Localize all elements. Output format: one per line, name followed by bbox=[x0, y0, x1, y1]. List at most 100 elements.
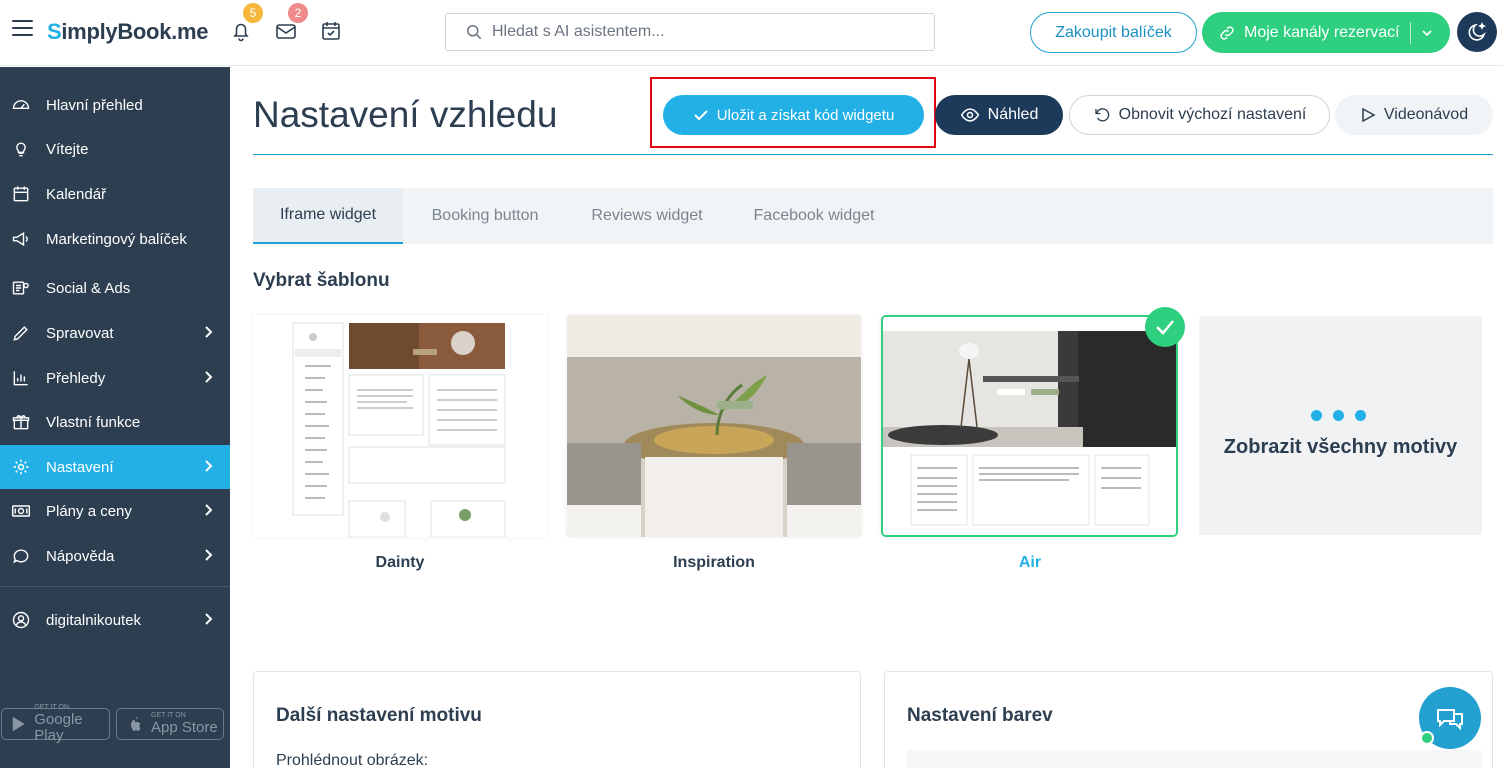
search-field[interactable] bbox=[445, 13, 935, 51]
widget-tabs: Iframe widget Booking button Reviews wid… bbox=[253, 188, 1493, 244]
sidebar: Hlavní přehled Vítejte Kalendář Marketin… bbox=[0, 67, 230, 768]
chat-icon bbox=[10, 545, 32, 567]
chevron-right-icon bbox=[205, 460, 213, 472]
theme-card-air[interactable] bbox=[881, 315, 1178, 537]
reset-defaults-button[interactable]: Obnovit výchozí nastavení bbox=[1069, 95, 1330, 135]
sidebar-item-custom-features[interactable]: Vlastní funkce bbox=[0, 400, 230, 444]
mail-icon[interactable]: 2 bbox=[274, 3, 308, 43]
link-icon bbox=[1220, 25, 1234, 40]
booking-channels-button[interactable]: Moje kanály rezervací bbox=[1202, 12, 1450, 53]
calendar-check-icon[interactable] bbox=[319, 19, 343, 43]
sidebar-item-marketing[interactable]: Marketingový balíček bbox=[0, 217, 230, 261]
video-tutorial-button[interactable]: Videonávod bbox=[1335, 95, 1493, 135]
preview-image-label: Prohlédnout obrázek: bbox=[276, 752, 429, 768]
sidebar-item-label: Vítejte bbox=[46, 140, 89, 158]
booking-channels-label: Moje kanály rezervací bbox=[1244, 23, 1400, 41]
search-icon bbox=[467, 25, 482, 40]
user-icon bbox=[10, 609, 32, 631]
calendar-icon bbox=[10, 183, 32, 205]
sidebar-item-label: Plány a ceny bbox=[46, 502, 132, 520]
sidebar-item-label: Nastavení bbox=[46, 458, 114, 476]
color-settings-panel: Nastavení barev bbox=[884, 671, 1493, 768]
dainty-thumbnail bbox=[253, 315, 547, 537]
social-ads-icon bbox=[10, 277, 32, 299]
logo[interactable]: SimplyBook.me bbox=[47, 19, 208, 45]
chat-bubbles-icon bbox=[1437, 709, 1463, 731]
sidebar-item-label: Marketingový balíček bbox=[46, 230, 187, 248]
chevron-right-icon bbox=[205, 613, 213, 625]
selected-check-icon bbox=[1145, 307, 1185, 347]
moon-icon bbox=[1468, 21, 1487, 41]
theme-label-dainty[interactable]: Dainty bbox=[253, 554, 547, 572]
tab-iframe-widget[interactable]: Iframe widget bbox=[253, 188, 403, 244]
gift-icon bbox=[10, 411, 32, 433]
dots-icon bbox=[1311, 410, 1366, 421]
sidebar-item-help[interactable]: Nápověda bbox=[0, 534, 230, 578]
theme-label-air[interactable]: Air bbox=[883, 554, 1177, 572]
sidebar-item-account[interactable]: digitalnikoutek bbox=[0, 598, 230, 642]
sidebar-item-label: digitalnikoutek bbox=[46, 611, 142, 629]
sidebar-item-settings[interactable]: Nastavení bbox=[0, 445, 230, 489]
buy-package-button[interactable]: Zakoupit balíček bbox=[1030, 12, 1197, 53]
sidebar-item-plans[interactable]: Plány a ceny bbox=[0, 489, 230, 533]
theme-card-dainty[interactable] bbox=[253, 315, 547, 537]
theme-card-inspiration[interactable] bbox=[567, 315, 861, 537]
gear-icon bbox=[10, 456, 32, 478]
chevron-right-icon bbox=[205, 504, 213, 516]
play-store-icon bbox=[12, 716, 25, 732]
search-input[interactable] bbox=[492, 23, 912, 41]
sidebar-divider bbox=[0, 586, 230, 587]
show-all-themes-label: Zobrazit všechny motivy bbox=[1223, 436, 1458, 458]
tab-facebook-widget[interactable]: Facebook widget bbox=[727, 188, 901, 244]
undo-icon bbox=[1094, 108, 1109, 122]
notifications-badge: 5 bbox=[243, 3, 263, 23]
online-status-dot bbox=[1420, 731, 1434, 745]
template-section-title: Vybrat šablonu bbox=[253, 270, 390, 291]
color-settings-title: Nastavení barev bbox=[907, 705, 1053, 726]
menu-icon[interactable] bbox=[12, 20, 33, 38]
sidebar-item-calendar[interactable]: Kalendář bbox=[0, 172, 230, 216]
sidebar-item-label: Social & Ads bbox=[46, 279, 131, 297]
chevron-down-icon[interactable] bbox=[1421, 27, 1433, 39]
megaphone-icon bbox=[10, 228, 32, 250]
pencil-icon bbox=[10, 322, 32, 344]
sidebar-item-label: Hlavní přehled bbox=[46, 96, 143, 114]
dark-mode-toggle[interactable] bbox=[1457, 12, 1497, 52]
color-settings-content bbox=[907, 750, 1482, 768]
preview-button[interactable]: Náhled bbox=[935, 95, 1063, 135]
title-divider bbox=[253, 154, 1493, 155]
sidebar-item-label: Nápověda bbox=[46, 547, 115, 565]
tab-booking-button[interactable]: Booking button bbox=[403, 188, 567, 244]
air-thumbnail bbox=[883, 317, 1176, 535]
money-icon bbox=[10, 500, 32, 522]
chevron-right-icon bbox=[205, 549, 213, 561]
chevron-right-icon bbox=[205, 326, 213, 338]
eye-icon bbox=[960, 108, 979, 122]
chevron-right-icon bbox=[205, 371, 213, 383]
sidebar-item-social-ads[interactable]: Social & Ads bbox=[0, 266, 230, 310]
sidebar-item-dashboard[interactable]: Hlavní přehled bbox=[0, 83, 230, 127]
app-store-button[interactable]: GET IT ON App Store bbox=[116, 708, 224, 740]
messages-badge: 2 bbox=[288, 3, 308, 23]
google-play-button[interactable]: GET IT ON Google Play bbox=[1, 704, 110, 744]
bell-icon[interactable]: 5 bbox=[229, 3, 263, 43]
sidebar-item-reports[interactable]: Přehledy bbox=[0, 356, 230, 400]
more-theme-settings-title: Další nastavení motivu bbox=[276, 705, 482, 726]
bar-chart-icon bbox=[10, 367, 32, 389]
play-icon bbox=[1362, 107, 1376, 123]
more-theme-settings-panel: Další nastavení motivu Prohlédnout obráz… bbox=[253, 671, 861, 768]
top-bar: SimplyBook.me 5 2 Zakoupit balíček Moje … bbox=[0, 0, 1503, 66]
sidebar-item-label: Spravovat bbox=[46, 324, 114, 342]
sidebar-item-label: Vlastní funkce bbox=[46, 413, 141, 431]
sidebar-item-welcome[interactable]: Vítejte bbox=[0, 127, 230, 171]
tab-reviews-widget[interactable]: Reviews widget bbox=[567, 188, 727, 244]
inspiration-thumbnail bbox=[567, 315, 861, 537]
show-all-themes-card[interactable]: Zobrazit všechny motivy bbox=[1199, 316, 1482, 535]
sidebar-item-label: Přehledy bbox=[46, 369, 106, 387]
sidebar-item-label: Kalendář bbox=[46, 185, 107, 203]
dashboard-icon bbox=[10, 94, 32, 116]
lightbulb-icon bbox=[10, 138, 32, 160]
sidebar-item-manage[interactable]: Spravovat bbox=[0, 311, 230, 355]
highlight-box bbox=[650, 77, 936, 148]
theme-label-inspiration[interactable]: Inspiration bbox=[567, 554, 861, 572]
